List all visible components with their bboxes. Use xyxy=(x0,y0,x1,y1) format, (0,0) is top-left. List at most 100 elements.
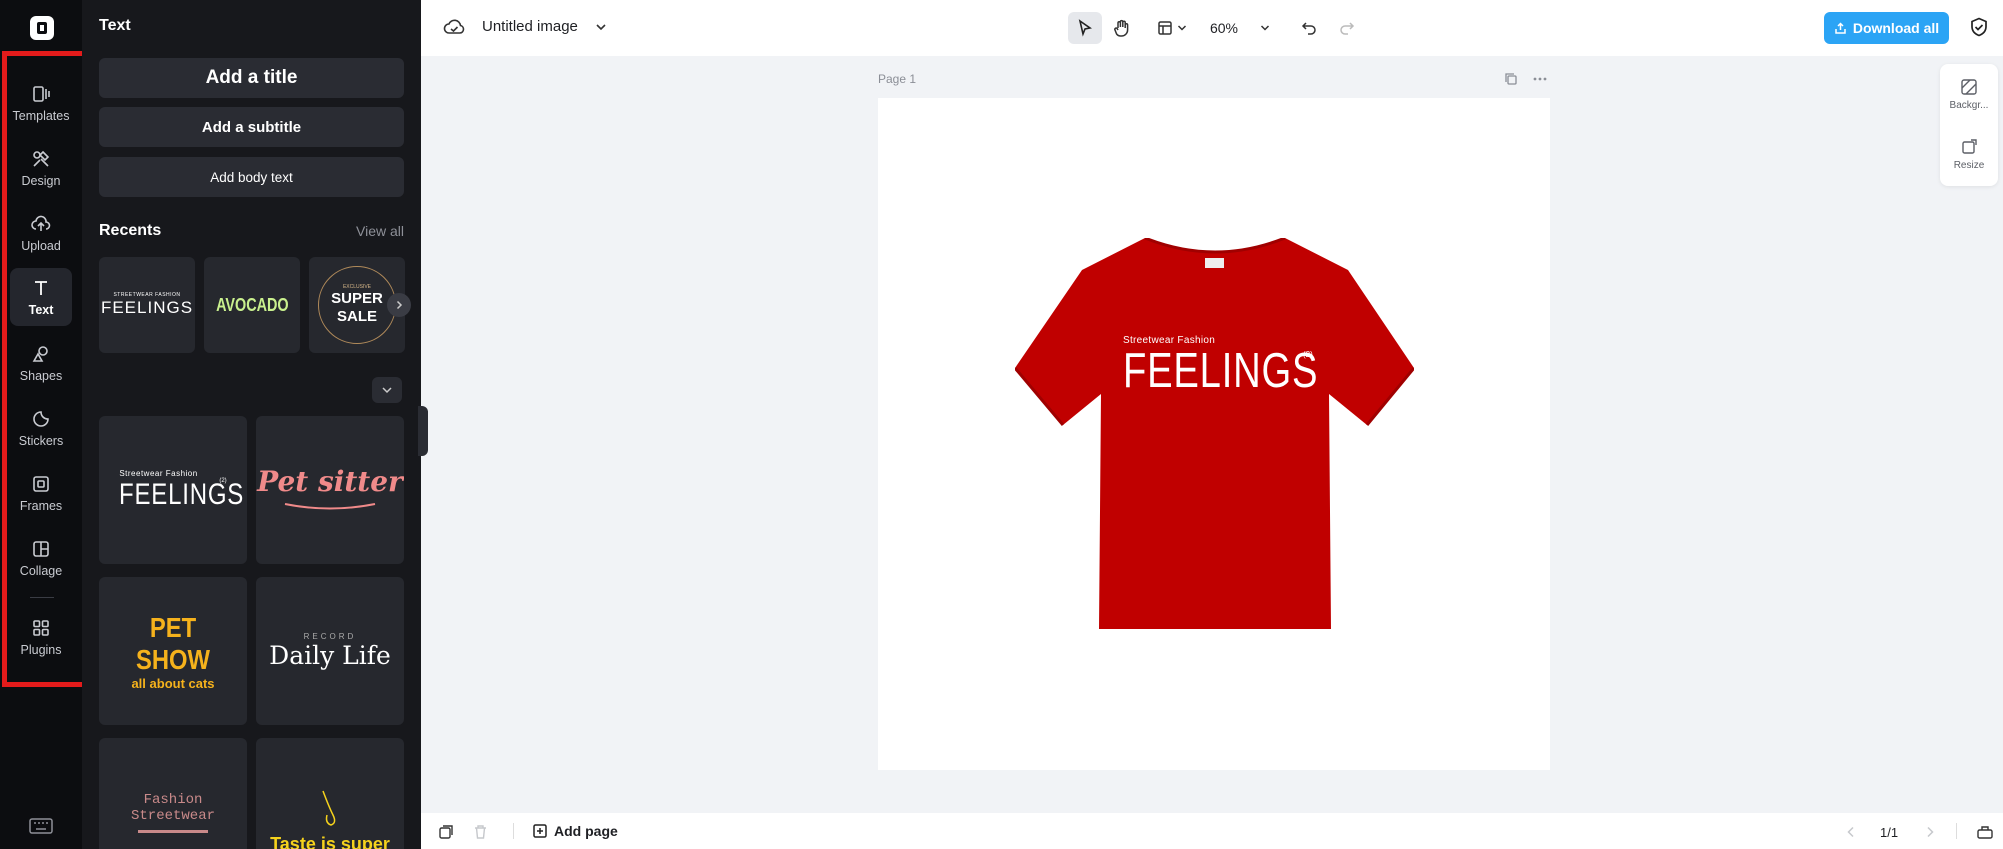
keyboard-icon[interactable] xyxy=(29,817,53,835)
rail-item-label: Templates xyxy=(12,108,70,123)
background-icon xyxy=(1961,79,1977,95)
page-panel-toggle-icon[interactable] xyxy=(1976,824,1994,840)
hand-icon xyxy=(1114,19,1129,37)
download-all-button[interactable]: Download all xyxy=(1824,12,1949,44)
layout-dropdown-button[interactable] xyxy=(1152,12,1192,44)
more-options-icon[interactable] xyxy=(1533,76,1547,82)
expand-toggle-button[interactable] xyxy=(372,377,402,403)
text-template-feelings[interactable]: Streetwear Fashion FEELINGS (2) xyxy=(99,416,247,564)
template-line1: Pet sitter xyxy=(257,464,403,498)
rail-item-label: Plugins xyxy=(20,642,62,657)
template-line2: all about cats xyxy=(131,675,215,691)
recent-text-feelings[interactable]: STREETWEAR FASHION FEELINGS xyxy=(99,257,195,353)
design-icon xyxy=(33,150,50,167)
app-root: Templates Design Upload Text Shapes Stic… xyxy=(0,0,2003,849)
cursor-icon xyxy=(1078,19,1092,37)
rail-item-collage[interactable]: Collage xyxy=(10,529,72,587)
swoosh-decoration xyxy=(284,502,376,509)
add-page-icon xyxy=(533,824,547,838)
background-button[interactable]: Backgr... xyxy=(1940,78,1998,111)
recent-label: AVOCADO xyxy=(215,294,289,315)
recent-label: FEELINGS xyxy=(100,298,194,317)
zoom-dropdown[interactable]: 60% xyxy=(1205,12,1275,44)
tshirt-graphic xyxy=(1013,236,1416,629)
text-icon xyxy=(35,280,47,295)
template-line1: Taste is super xyxy=(270,833,390,849)
resize-label: Resize xyxy=(1953,160,1985,171)
background-label: Backgr... xyxy=(1949,100,1989,111)
template-line1: RECORD xyxy=(303,632,357,641)
trash-icon[interactable] xyxy=(473,824,488,840)
rail-item-stickers[interactable]: Stickers xyxy=(10,399,72,457)
text-template-taste-spicy[interactable]: Taste is super spicy xyxy=(256,738,404,849)
duplicate-page-icon[interactable] xyxy=(1504,72,1518,86)
add-page-button[interactable]: Add page xyxy=(532,823,618,839)
bottom-divider xyxy=(513,823,514,839)
text-template-daily-life[interactable]: RECORD Daily Life xyxy=(256,577,404,725)
chevron-down-icon xyxy=(382,387,392,394)
rail-item-label: Collage xyxy=(19,563,63,578)
resize-button[interactable]: Resize xyxy=(1940,138,1998,171)
prev-page-icon[interactable] xyxy=(1846,826,1856,838)
rail-item-shapes[interactable]: Shapes xyxy=(10,334,72,392)
shapes-icon xyxy=(32,345,48,362)
upload-icon xyxy=(31,215,51,231)
layout-icon xyxy=(1158,21,1172,35)
cloud-sync-icon[interactable] xyxy=(443,18,465,36)
rail-item-frames[interactable]: Frames xyxy=(10,464,72,522)
template-line1: PET SHOW xyxy=(135,611,211,675)
chevron-right-icon xyxy=(396,300,403,310)
add-body-text-button[interactable]: Add body text xyxy=(99,157,404,197)
rail-item-label: Stickers xyxy=(18,433,64,448)
chevron-down-icon xyxy=(1260,25,1270,31)
document-name[interactable]: Untitled image xyxy=(482,18,578,35)
page-count: 1/1 xyxy=(1880,825,1899,840)
template-line1: Fashion Streetwear xyxy=(130,791,215,824)
panel-title: Text xyxy=(99,17,131,34)
zoom-level: 60% xyxy=(1209,20,1239,36)
rail-item-plugins[interactable]: Plugins xyxy=(10,608,72,666)
template-line2: Daily Life xyxy=(269,641,391,670)
text-template-fashion-streetwear[interactable]: Fashion Streetwear xyxy=(99,738,247,849)
shirt-big-text: FEELINGS xyxy=(1123,344,1319,398)
redo-button[interactable] xyxy=(1333,12,1361,44)
bottom-bar: Add page 1/1 xyxy=(421,813,2003,849)
recents-heading: Recents xyxy=(99,222,162,239)
chevron-down-icon[interactable] xyxy=(595,22,607,32)
top-bar: Untitled image 60% Download all xyxy=(421,0,2003,56)
left-rail: Templates Design Upload Text Shapes Stic… xyxy=(0,0,82,849)
redo-icon xyxy=(1340,22,1355,35)
rail-item-label: Design xyxy=(21,173,61,188)
panel-collapse-handle[interactable] xyxy=(418,406,428,456)
rail-item-text[interactable]: Text xyxy=(10,268,72,326)
chevron-down-icon xyxy=(1177,25,1187,31)
text-template-pet-sitter[interactable]: Pet sitter xyxy=(256,416,404,564)
undo-button[interactable] xyxy=(1295,12,1323,44)
rail-item-templates[interactable]: Templates xyxy=(10,74,72,132)
app-logo-icon[interactable] xyxy=(30,16,54,40)
add-subtitle-button[interactable]: Add a subtitle xyxy=(99,107,404,147)
plugins-icon xyxy=(33,619,49,636)
rail-item-label: Frames xyxy=(19,498,63,513)
recent-text-avocado[interactable]: AVOCADO xyxy=(204,257,300,353)
rail-item-label: Upload xyxy=(21,238,61,253)
hand-tool-button[interactable] xyxy=(1106,12,1138,44)
add-title-button[interactable]: Add a title xyxy=(99,58,404,98)
shield-check-icon[interactable] xyxy=(1970,17,1988,37)
text-panel: Text Add a title Add a subtitle Add body… xyxy=(82,0,421,849)
page-label: Page 1 xyxy=(878,72,917,86)
resize-icon xyxy=(1962,139,1977,154)
bottom-divider xyxy=(1956,823,1957,839)
add-page-label: Add page xyxy=(554,823,618,839)
text-template-pet-show[interactable]: PET SHOW all about cats xyxy=(99,577,247,725)
pages-icon[interactable] xyxy=(438,824,454,840)
recents-next-button[interactable] xyxy=(387,293,411,317)
rail-item-design[interactable]: Design xyxy=(10,139,72,197)
next-page-icon[interactable] xyxy=(1925,826,1935,838)
rail-item-upload[interactable]: Upload xyxy=(10,204,72,262)
tshirt-image[interactable]: Streetwear Fashion FEELINGS (2) xyxy=(1013,236,1416,630)
undo-icon xyxy=(1301,22,1316,35)
select-tool-button[interactable] xyxy=(1068,12,1102,44)
rail-divider xyxy=(30,597,54,598)
view-all-link[interactable]: View all xyxy=(356,223,404,239)
